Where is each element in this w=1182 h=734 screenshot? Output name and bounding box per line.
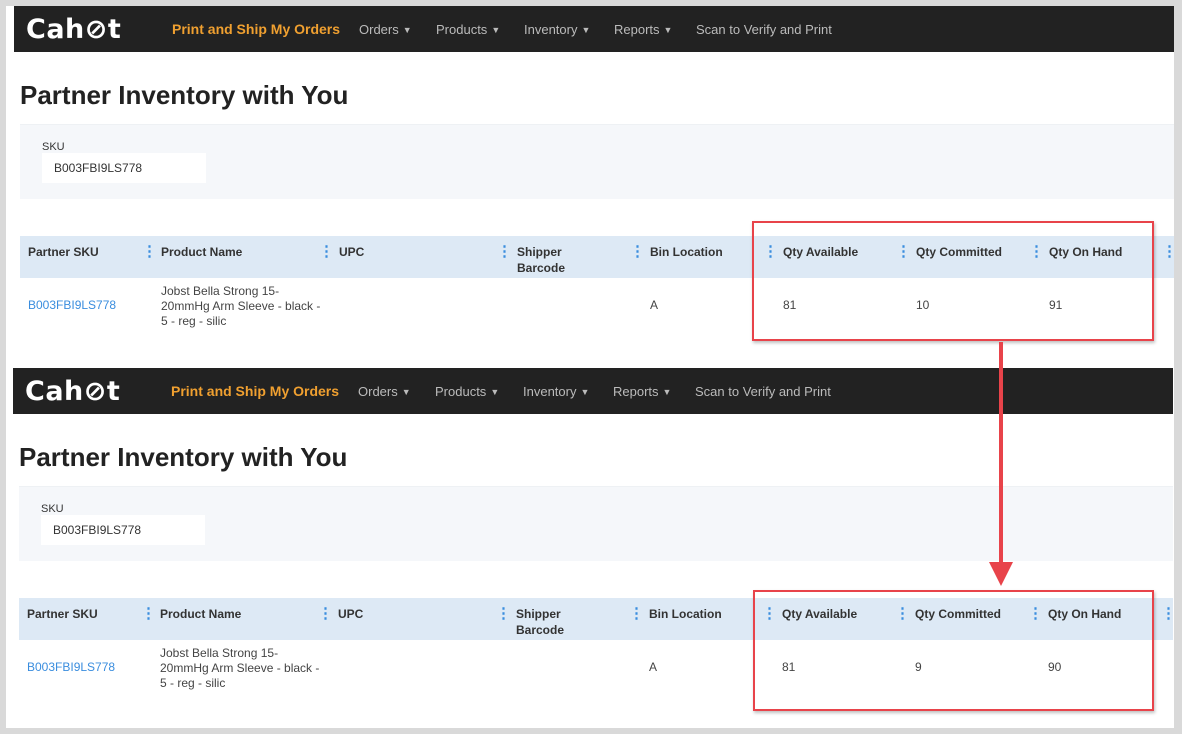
caret-down-icon: ▼: [490, 387, 500, 397]
col-partner-sku[interactable]: Partner SKU: [27, 606, 98, 622]
nav-inventory-menu[interactable]: Inventory ▼: [524, 22, 590, 37]
caret-down-icon: ▼: [491, 25, 501, 35]
nav-reports-menu[interactable]: Reports ▼: [613, 384, 671, 399]
caret-down-icon: ▼: [580, 387, 590, 397]
nav-inventory-label: Inventory: [524, 22, 578, 37]
nav-scan-verify-link[interactable]: Scan to Verify and Print: [695, 384, 831, 399]
column-menu-icon[interactable]: ⋮: [497, 242, 512, 260]
col-upc[interactable]: UPC: [339, 244, 364, 260]
link-chain-icon: ⊘: [83, 376, 107, 407]
nav-print-ship-link[interactable]: Print and Ship My Orders: [171, 383, 339, 399]
nav-reports-label: Reports: [613, 384, 659, 399]
top-navbar: Cah⊘t Print and Ship My Orders Orders ▼ P…: [14, 6, 1174, 52]
cahoot-logo[interactable]: Cah⊘t: [26, 14, 121, 45]
nav-products-label: Products: [436, 22, 488, 37]
sku-filter-input[interactable]: [42, 153, 206, 183]
sku-filter-label: SKU: [42, 141, 65, 153]
col-bin-location[interactable]: Bin Location: [649, 606, 722, 622]
column-menu-icon[interactable]: ⋮: [496, 604, 511, 622]
column-menu-icon[interactable]: ⋮: [141, 604, 156, 622]
nav-orders-menu[interactable]: Orders ▼: [359, 22, 412, 37]
sku-filter-label: SKU: [41, 503, 64, 515]
col-product-name[interactable]: Product Name: [160, 606, 241, 622]
column-menu-icon[interactable]: ⋮: [319, 242, 334, 260]
arrow-head-icon: [989, 562, 1013, 586]
product-name-cell: Jobst Bella Strong 15-20mmHg Arm Sleeve …: [160, 646, 320, 690]
nav-reports-label: Reports: [614, 22, 660, 37]
nav-products-menu[interactable]: Products ▼: [436, 22, 500, 37]
col-shipper-barcode[interactable]: Shipper Barcode: [517, 244, 587, 276]
nav-reports-menu[interactable]: Reports ▼: [614, 22, 672, 37]
page-title: Partner Inventory with You: [20, 80, 349, 110]
link-chain-icon: ⊘: [84, 14, 108, 45]
nav-products-menu[interactable]: Products ▼: [435, 384, 499, 399]
col-partner-sku[interactable]: Partner SKU: [28, 244, 99, 260]
caret-down-icon: ▼: [581, 25, 591, 35]
column-menu-icon[interactable]: ⋮: [629, 604, 644, 622]
caret-down-icon: ▼: [662, 387, 672, 397]
nav-orders-menu[interactable]: Orders ▼: [358, 384, 411, 399]
caret-down-icon: ▼: [401, 387, 411, 397]
nav-orders-label: Orders: [358, 384, 398, 399]
column-menu-icon[interactable]: ⋮: [142, 242, 157, 260]
col-product-name[interactable]: Product Name: [161, 244, 242, 260]
col-shipper-barcode[interactable]: Shipper Barcode: [516, 606, 586, 638]
caret-down-icon: ▼: [663, 25, 673, 35]
partner-sku-link[interactable]: B003FBI9LS778: [27, 660, 115, 675]
partner-sku-link[interactable]: B003FBI9LS778: [28, 298, 116, 313]
sku-filter-input[interactable]: [41, 515, 205, 545]
column-menu-icon[interactable]: ⋮: [1162, 242, 1174, 260]
bin-location-cell: A: [649, 660, 658, 674]
col-bin-location[interactable]: Bin Location: [650, 244, 723, 260]
qty-highlight-box-before: [752, 221, 1154, 341]
qty-highlight-box-after: [753, 590, 1154, 711]
product-name-cell: Jobst Bella Strong 15-20mmHg Arm Sleeve …: [161, 284, 321, 328]
page-title: Partner Inventory with You: [19, 442, 348, 472]
caret-down-icon: ▼: [402, 25, 412, 35]
screenshot-frame: Cah⊘t Print and Ship My Orders Orders ▼ P…: [6, 6, 1174, 728]
column-menu-icon[interactable]: ⋮: [1161, 604, 1174, 622]
cahoot-logo[interactable]: Cah⊘t: [25, 376, 120, 407]
nav-inventory-label: Inventory: [523, 384, 577, 399]
nav-scan-verify-link[interactable]: Scan to Verify and Print: [696, 22, 832, 37]
down-arrow-icon: [999, 342, 1003, 564]
bin-location-cell: A: [650, 298, 659, 312]
nav-print-ship-link[interactable]: Print and Ship My Orders: [172, 21, 340, 37]
column-menu-icon[interactable]: ⋮: [630, 242, 645, 260]
nav-inventory-menu[interactable]: Inventory ▼: [523, 384, 589, 399]
nav-orders-label: Orders: [359, 22, 399, 37]
col-upc[interactable]: UPC: [338, 606, 363, 622]
column-menu-icon[interactable]: ⋮: [318, 604, 333, 622]
nav-products-label: Products: [435, 384, 487, 399]
sku-filter-panel: SKU: [20, 124, 1174, 199]
